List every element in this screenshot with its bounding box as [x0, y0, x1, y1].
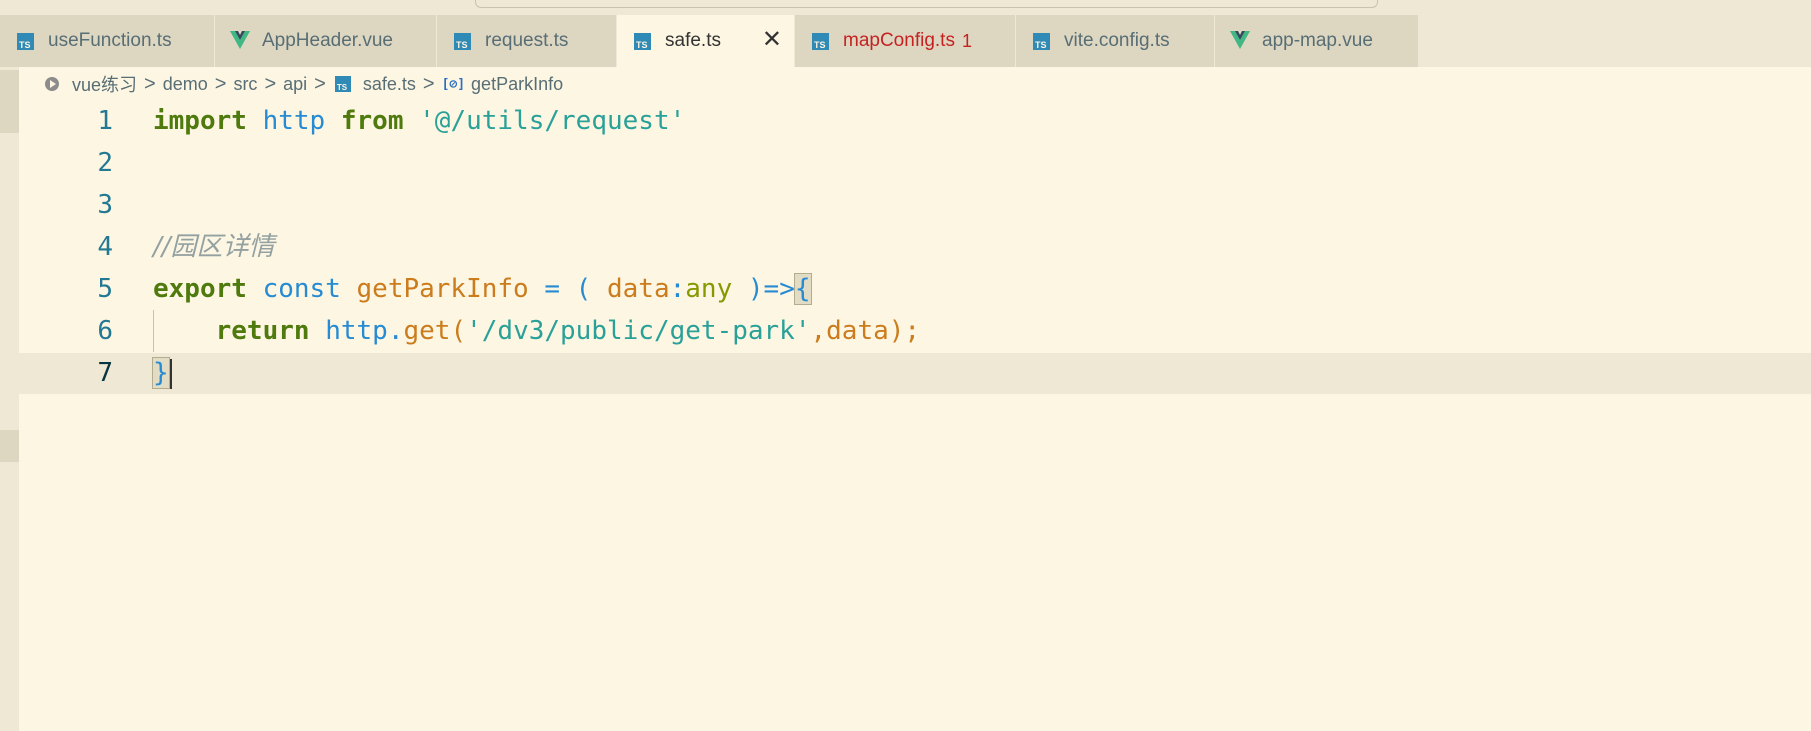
vue-file-icon	[230, 31, 250, 49]
editor-tab-bar: TS useFunction.ts AppHeader.vue TS reque…	[0, 15, 1811, 67]
close-icon[interactable]: ✕	[762, 28, 782, 52]
tab-safe-ts[interactable]: TS safe.ts ✕	[617, 15, 795, 67]
code-text[interactable]: return http.get('/dv3/public/get-park',d…	[153, 310, 920, 352]
typescript-file-icon: TS	[334, 76, 351, 92]
line-number: 1	[97, 106, 113, 136]
typescript-file-icon: TS	[634, 33, 651, 50]
tab-label: AppHeader.vue	[262, 30, 393, 51]
chevron-right-icon: >	[214, 72, 227, 95]
typescript-file-icon: TS	[17, 33, 34, 50]
tab-label: safe.ts	[665, 30, 721, 51]
chevron-right-icon: >	[144, 72, 156, 95]
line-number: 3	[97, 190, 113, 220]
code-line[interactable]: 5 export const getParkInfo = ( data:any …	[0, 268, 1811, 310]
line-number: 4	[97, 232, 113, 262]
breadcrumb-item[interactable]: vue练习	[72, 71, 137, 97]
line-number: 5	[97, 274, 113, 304]
tab-label: mapConfig.ts	[843, 30, 955, 51]
matched-brace: }	[152, 357, 170, 389]
breadcrumb: vue练习 > demo > src > api > TS safe.ts > …	[45, 70, 563, 98]
breadcrumb-item[interactable]: api	[283, 74, 307, 95]
breadcrumb-item[interactable]: safe.ts	[363, 74, 416, 95]
tab-vite-config-ts[interactable]: TS vite.config.ts	[1016, 15, 1215, 67]
code-text[interactable]: import http from '@/utils/request'	[153, 100, 685, 142]
text-cursor	[169, 358, 172, 389]
typescript-file-icon: TS	[812, 33, 829, 50]
title-bar-strip	[0, 0, 1811, 15]
play-circle-icon	[45, 77, 59, 91]
code-line[interactable]: 1 import http from '@/utils/request'	[0, 100, 1811, 142]
tab-usefunction-ts[interactable]: TS useFunction.ts	[0, 15, 215, 67]
code-line[interactable]: 7 }	[0, 352, 1811, 394]
code-text[interactable]: export const getParkInfo = ( data:any )=…	[153, 268, 812, 310]
line-number: 2	[97, 148, 113, 178]
command-center[interactable]	[475, 0, 1378, 8]
chevron-right-icon: >	[264, 72, 277, 95]
code-line[interactable]: 3	[0, 184, 1811, 226]
code-text[interactable]: }	[152, 352, 172, 394]
tab-label: app-map.vue	[1262, 30, 1373, 51]
code-line[interactable]: 6 return http.get('/dv3/public/get-park'…	[0, 310, 1811, 352]
matched-brace: {	[793, 273, 812, 305]
code-line[interactable]: 4 //园区详情	[0, 226, 1811, 268]
vue-file-icon	[1230, 31, 1250, 49]
tab-request-ts[interactable]: TS request.ts	[437, 15, 617, 67]
breadcrumb-item[interactable]: src	[233, 74, 257, 95]
tab-label: request.ts	[485, 30, 569, 51]
line-number: 7	[97, 358, 113, 388]
tab-label: useFunction.ts	[48, 30, 172, 51]
gutter-marker	[0, 430, 19, 462]
chevron-right-icon: >	[422, 72, 435, 95]
typescript-file-icon: TS	[454, 33, 471, 50]
code-line[interactable]: 2	[0, 142, 1811, 184]
code-text[interactable]: //园区详情	[153, 226, 275, 268]
tab-app-map-vue[interactable]: app-map.vue	[1215, 15, 1419, 67]
code-editor[interactable]: 1 import http from '@/utils/request' 2 3…	[0, 100, 1811, 394]
breadcrumb-item[interactable]: demo	[163, 74, 208, 95]
breadcrumb-item[interactable]: getParkInfo	[471, 74, 563, 95]
problem-count-badge: 1	[961, 30, 972, 51]
tab-mapconfig-ts[interactable]: TS mapConfig.ts 1	[795, 15, 1016, 67]
line-number: 6	[97, 316, 113, 346]
tab-appheader-vue[interactable]: AppHeader.vue	[215, 15, 437, 67]
method-symbol-icon: [⊘]	[441, 76, 466, 92]
tab-label: vite.config.ts	[1064, 30, 1170, 51]
chevron-right-icon: >	[314, 72, 326, 95]
typescript-file-icon: TS	[1033, 33, 1050, 50]
